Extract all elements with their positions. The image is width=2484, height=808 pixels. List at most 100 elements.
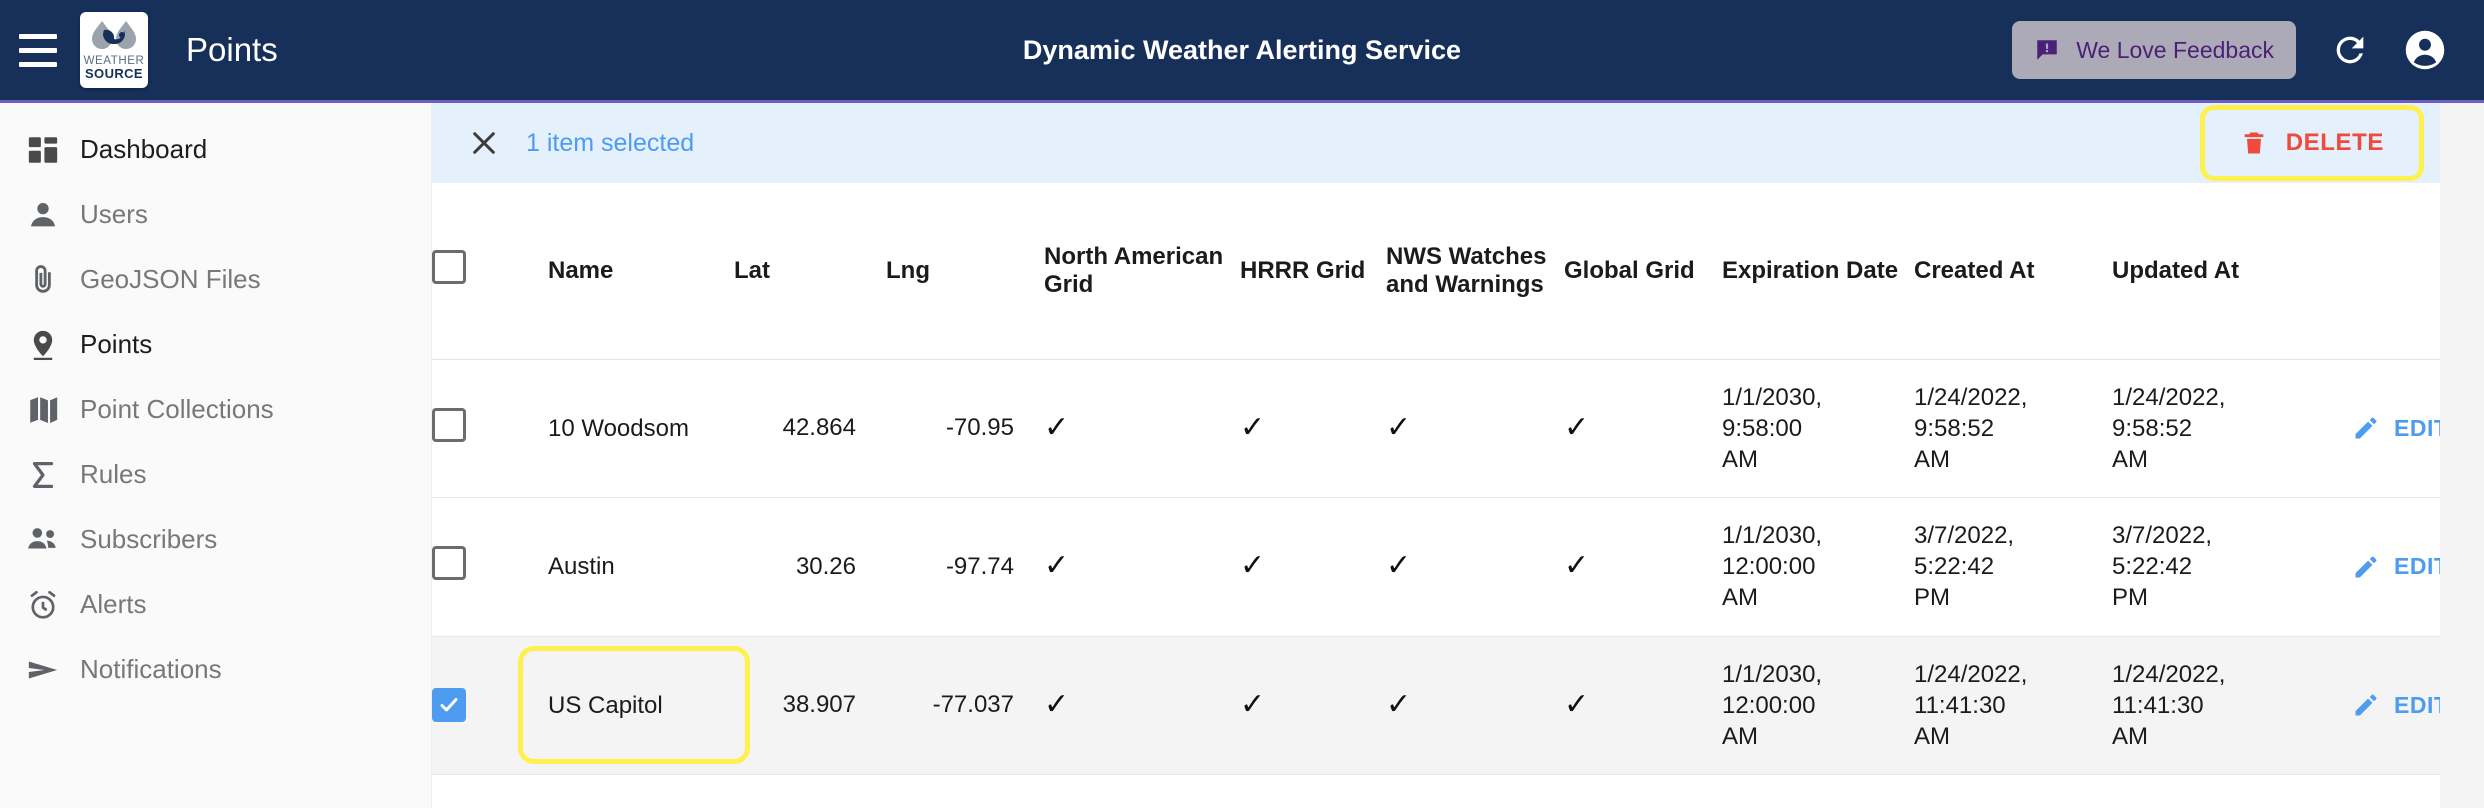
- cell-lng: -70.95: [886, 359, 1044, 499]
- cell-created-at-time: 5:22:42: [1914, 553, 1995, 581]
- column-header-lat[interactable]: Lat: [734, 183, 886, 360]
- cell-lng-value: -97.74: [945, 552, 1014, 580]
- sidebar-item-label: Rules: [80, 459, 147, 489]
- cell-created-at-meridiem: PM: [1914, 584, 1950, 612]
- sidebar-item-points[interactable]: Points: [0, 312, 431, 377]
- cell-expiration-date-date: 1/1/2030,: [1722, 522, 1823, 550]
- sidebar-item-geojson-files[interactable]: GeoJSON Files: [0, 247, 431, 312]
- select-all-checkbox[interactable]: [432, 250, 466, 285]
- cell-lat-value: 38.907: [782, 691, 856, 719]
- cell-created-at-date: 3/7/2022,: [1914, 522, 2015, 550]
- check-icon: ✓: [1386, 549, 1412, 583]
- sidebar-item-label: Subscribers: [80, 524, 218, 554]
- point-name: Austin: [548, 553, 615, 581]
- refresh-icon[interactable]: [2330, 30, 2370, 70]
- feedback-bubble-icon: [2037, 40, 2057, 60]
- map-icon: [26, 393, 80, 427]
- we-love-feedback-button[interactable]: We Love Feedback: [2012, 21, 2296, 79]
- cell-nws-watches-and-warnings: ✓: [1386, 359, 1564, 499]
- table-row[interactable]: Austin 30.26 -97.74 ✓ ✓ ✓ ✓ 1/1/2030, 12:00:00 AM…: [432, 497, 2484, 637]
- cell-updated-at-date: 3/7/2022,: [2112, 522, 2213, 550]
- table-row[interactable]: US Capitol 38.907 -77.037 ✓ ✓ ✓ ✓ 1/1/2030, 12:0…: [432, 636, 2484, 776]
- column-header-lng[interactable]: Lng: [886, 183, 1044, 360]
- cell-expiration-date: 1/1/2030, 12:00:00 AM: [1722, 497, 1914, 637]
- logo-text-source: SOURCE: [84, 66, 144, 82]
- column-header-hrrr-grid[interactable]: HRRR Grid: [1240, 183, 1386, 360]
- sidebar: Dashboard Users GeoJSON Files Points Poi…: [0, 103, 432, 808]
- cell-created-at-meridiem: AM: [1914, 445, 1950, 473]
- column-header-name[interactable]: Name: [548, 183, 734, 360]
- cell-global-grid: ✓: [1564, 636, 1722, 776]
- cell-nws-watches-and-warnings: ✓: [1386, 497, 1564, 637]
- cell-updated-at: 1/24/2022, 9:58:52 AM: [2112, 359, 2344, 499]
- sidebar-item-users[interactable]: Users: [0, 182, 431, 247]
- cell-expiration-date-meridiem: AM: [1722, 445, 1758, 473]
- cell-created-at-time: 11:41:30: [1914, 691, 2006, 719]
- column-header-global-grid[interactable]: Global Grid: [1564, 183, 1722, 360]
- cell-expiration-date-meridiem: AM: [1722, 584, 1758, 612]
- close-x-icon[interactable]: [464, 123, 504, 163]
- points-table: Name Lat Lng North American Grid HRRR Gr…: [432, 183, 2484, 776]
- cell-name: 10 Woodsom: [548, 359, 734, 499]
- row-select-cell: [432, 359, 548, 499]
- cell-global-grid: ✓: [1564, 359, 1722, 499]
- cell-hrrr-grid: ✓: [1240, 497, 1386, 637]
- trash-icon: [2244, 132, 2264, 154]
- weather-source-logo: WEATHER SOURCE: [80, 12, 148, 88]
- cell-updated-at-meridiem: AM: [2112, 445, 2148, 473]
- table-row[interactable]: 10 Woodsom 42.864 -70.95 ✓ ✓ ✓ ✓ 1/1/2030, 9:58:…: [432, 359, 2484, 499]
- cell-expiration-date-date: 1/1/2030,: [1722, 383, 1823, 411]
- cell-expiration-date-meridiem: AM: [1722, 723, 1758, 750]
- sidebar-item-point-collections[interactable]: Point Collections: [0, 377, 431, 442]
- cell-lng: -77.037: [886, 636, 1044, 776]
- delete-action-wrapper: DELETE: [2199, 105, 2424, 181]
- cell-updated-at-time: 5:22:42: [2112, 553, 2193, 581]
- cell-north-american-grid: ✓: [1044, 359, 1240, 499]
- check-icon: ✓: [1564, 549, 1590, 583]
- cell-updated-at: 1/24/2022, 11:41:30 AM: [2112, 636, 2344, 776]
- hamburger-menu-icon[interactable]: [0, 0, 76, 102]
- body: Dashboard Users GeoJSON Files Points Poi…: [0, 103, 2484, 808]
- row-select-cell: [432, 497, 548, 637]
- sidebar-item-label: Alerts: [80, 589, 147, 619]
- sidebar-item-notifications[interactable]: Notifications: [0, 637, 431, 702]
- page-title: Points: [186, 31, 278, 68]
- cell-hrrr-grid: ✓: [1240, 359, 1386, 499]
- cell-nws-watches-and-warnings: ✓: [1386, 636, 1564, 776]
- delete-button[interactable]: DELETE: [2214, 115, 2410, 171]
- delete-button-label: DELETE: [2285, 129, 2384, 156]
- column-header-updated-at[interactable]: Updated At: [2112, 183, 2344, 360]
- sidebar-item-alerts[interactable]: Alerts: [0, 572, 431, 637]
- sidebar-item-label: Dashboard: [80, 134, 208, 164]
- cell-updated-at-meridiem: PM: [2112, 584, 2148, 612]
- pencil-edit-icon: [2355, 417, 2377, 439]
- check-icon: ✓: [1044, 687, 1070, 721]
- cell-updated-at-date: 1/24/2022,: [2112, 660, 2226, 688]
- checkmark-icon: [440, 698, 458, 712]
- sidebar-item-subscribers[interactable]: Subscribers: [0, 507, 431, 572]
- cell-lng-value: -77.037: [932, 691, 1014, 719]
- right-gutter: [2440, 103, 2484, 808]
- row-checkbox[interactable]: [432, 407, 466, 442]
- check-icon: ✓: [1564, 410, 1590, 444]
- cell-global-grid: ✓: [1564, 497, 1722, 637]
- column-header-created-at[interactable]: Created At: [1914, 183, 2112, 360]
- cell-created-at-date: 1/24/2022,: [1914, 383, 2028, 411]
- send-paper-plane-icon: [26, 653, 80, 687]
- cell-lat-value: 42.864: [782, 414, 856, 442]
- sidebar-item-rules[interactable]: Rules: [0, 442, 431, 507]
- column-header-expiration-date[interactable]: Expiration Date: [1722, 183, 1914, 360]
- account-circle-icon[interactable]: [2404, 29, 2446, 71]
- row-select-cell: [432, 636, 548, 776]
- sidebar-item-dashboard[interactable]: Dashboard: [0, 117, 431, 182]
- column-header-north-american-grid[interactable]: North American Grid: [1044, 183, 1240, 360]
- select-all-header: [432, 183, 548, 360]
- sigma-icon: [26, 458, 80, 492]
- main-content: 1 item selected DELETE Name Lat Lng Nort…: [432, 103, 2484, 808]
- sidebar-item-label: GeoJSON Files: [80, 264, 261, 294]
- column-header-nws-watches-and-warnings[interactable]: NWS Watches and Warnings: [1386, 183, 1564, 360]
- row-checkbox[interactable]: [432, 546, 466, 581]
- row-checkbox[interactable]: [432, 688, 466, 723]
- cell-expiration-date: 1/1/2030, 12:00:00 AM: [1722, 636, 1914, 776]
- cell-name: US Capitol: [518, 636, 750, 776]
